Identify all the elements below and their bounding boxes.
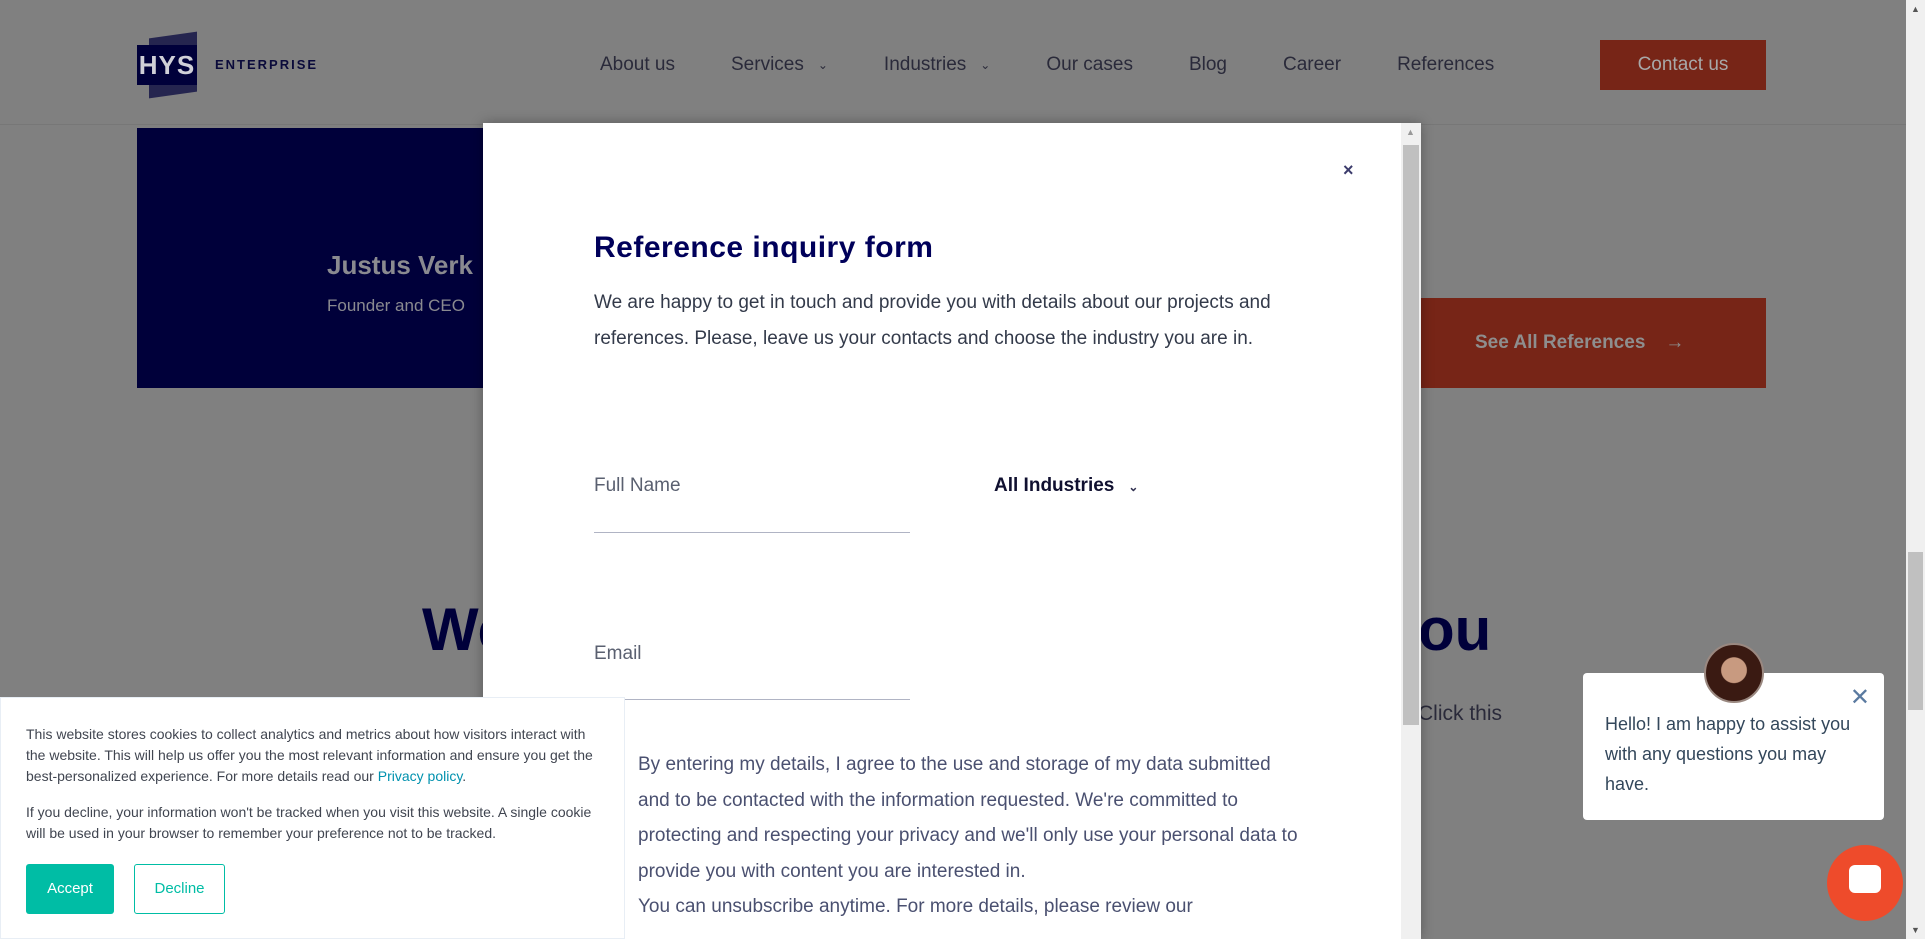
scroll-up-icon[interactable]: ▲ (1911, 4, 1920, 14)
industry-select[interactable]: All Industries ⌄ (994, 475, 1138, 497)
section-text: Click this (1418, 702, 1503, 725)
modal-title: Reference inquiry form (594, 231, 934, 264)
nav-industries[interactable]: Industries ⌄ (884, 54, 990, 76)
cookie-text: This website stores cookies to collect a… (26, 726, 593, 784)
nav-our-cases[interactable]: Our cases (1046, 54, 1133, 76)
logo-mark: HYS (137, 31, 197, 99)
agent-avatar (1704, 643, 1764, 703)
accept-button[interactable]: Accept (26, 864, 114, 914)
nav-about-us[interactable]: About us (600, 54, 675, 76)
logo-text: ENTERPRISE (215, 56, 319, 72)
email-underline (594, 699, 910, 700)
site-header: HYS ENTERPRISE About us Services ⌄ Indust… (0, 0, 1906, 125)
see-all-references-button[interactable]: See All References → (1400, 298, 1766, 388)
section-heading-right: ou (1418, 596, 1492, 663)
chevron-down-icon: ⌄ (980, 58, 991, 72)
email-input[interactable]: Email (594, 643, 642, 665)
arrow-right-icon: → (1665, 332, 1685, 353)
chevron-down-icon: ⌄ (817, 58, 828, 72)
decline-button[interactable]: Decline (134, 864, 225, 914)
chevron-down-icon: ⌄ (1128, 480, 1139, 494)
person-name: Justus Verk (327, 250, 473, 280)
cookie-banner: This website stores cookies to collect a… (0, 697, 625, 939)
consent-text: By entering my details, I agree to the u… (638, 754, 1298, 917)
modal-scroll-thumb[interactable] (1403, 145, 1419, 725)
modal-intro: We are happy to get in touch and provide… (594, 292, 1271, 349)
nav-references[interactable]: References (1397, 54, 1494, 76)
nav-career[interactable]: Career (1283, 54, 1341, 76)
logo[interactable]: HYS ENTERPRISE (137, 31, 319, 99)
scroll-down-icon[interactable]: ▼ (1911, 925, 1920, 935)
close-icon[interactable]: × (1343, 160, 1354, 181)
contact-us-button[interactable]: Contact us (1600, 40, 1766, 90)
full-name-input[interactable]: Full Name (594, 475, 681, 497)
nav-services[interactable]: Services ⌄ (731, 54, 828, 76)
cookie-decline-text: If you decline, your information won't b… (26, 804, 592, 841)
chat-bubble-icon (1849, 865, 1881, 893)
privacy-policy-link[interactable]: Privacy policy (378, 768, 463, 784)
person-role: Founder and CEO (327, 296, 465, 315)
ceo-card: Justus Verk Founder and CEO (137, 128, 537, 388)
modal-scrollbar[interactable]: ▲ (1401, 123, 1421, 939)
page-scrollbar[interactable]: ▲ ▼ (1906, 0, 1925, 939)
close-icon[interactable]: ✕ (1850, 683, 1870, 713)
full-name-underline (594, 532, 910, 533)
main-nav: About us Services ⌄ Industries ⌄ Our cases… (600, 40, 1550, 90)
scroll-up-icon[interactable]: ▲ (1406, 127, 1415, 137)
nav-blog[interactable]: Blog (1189, 54, 1227, 76)
chat-message: Hello! I am happy to assist you with any… (1605, 714, 1851, 794)
page-scroll-thumb[interactable] (1908, 552, 1923, 710)
chat-launcher-button[interactable] (1827, 845, 1903, 921)
